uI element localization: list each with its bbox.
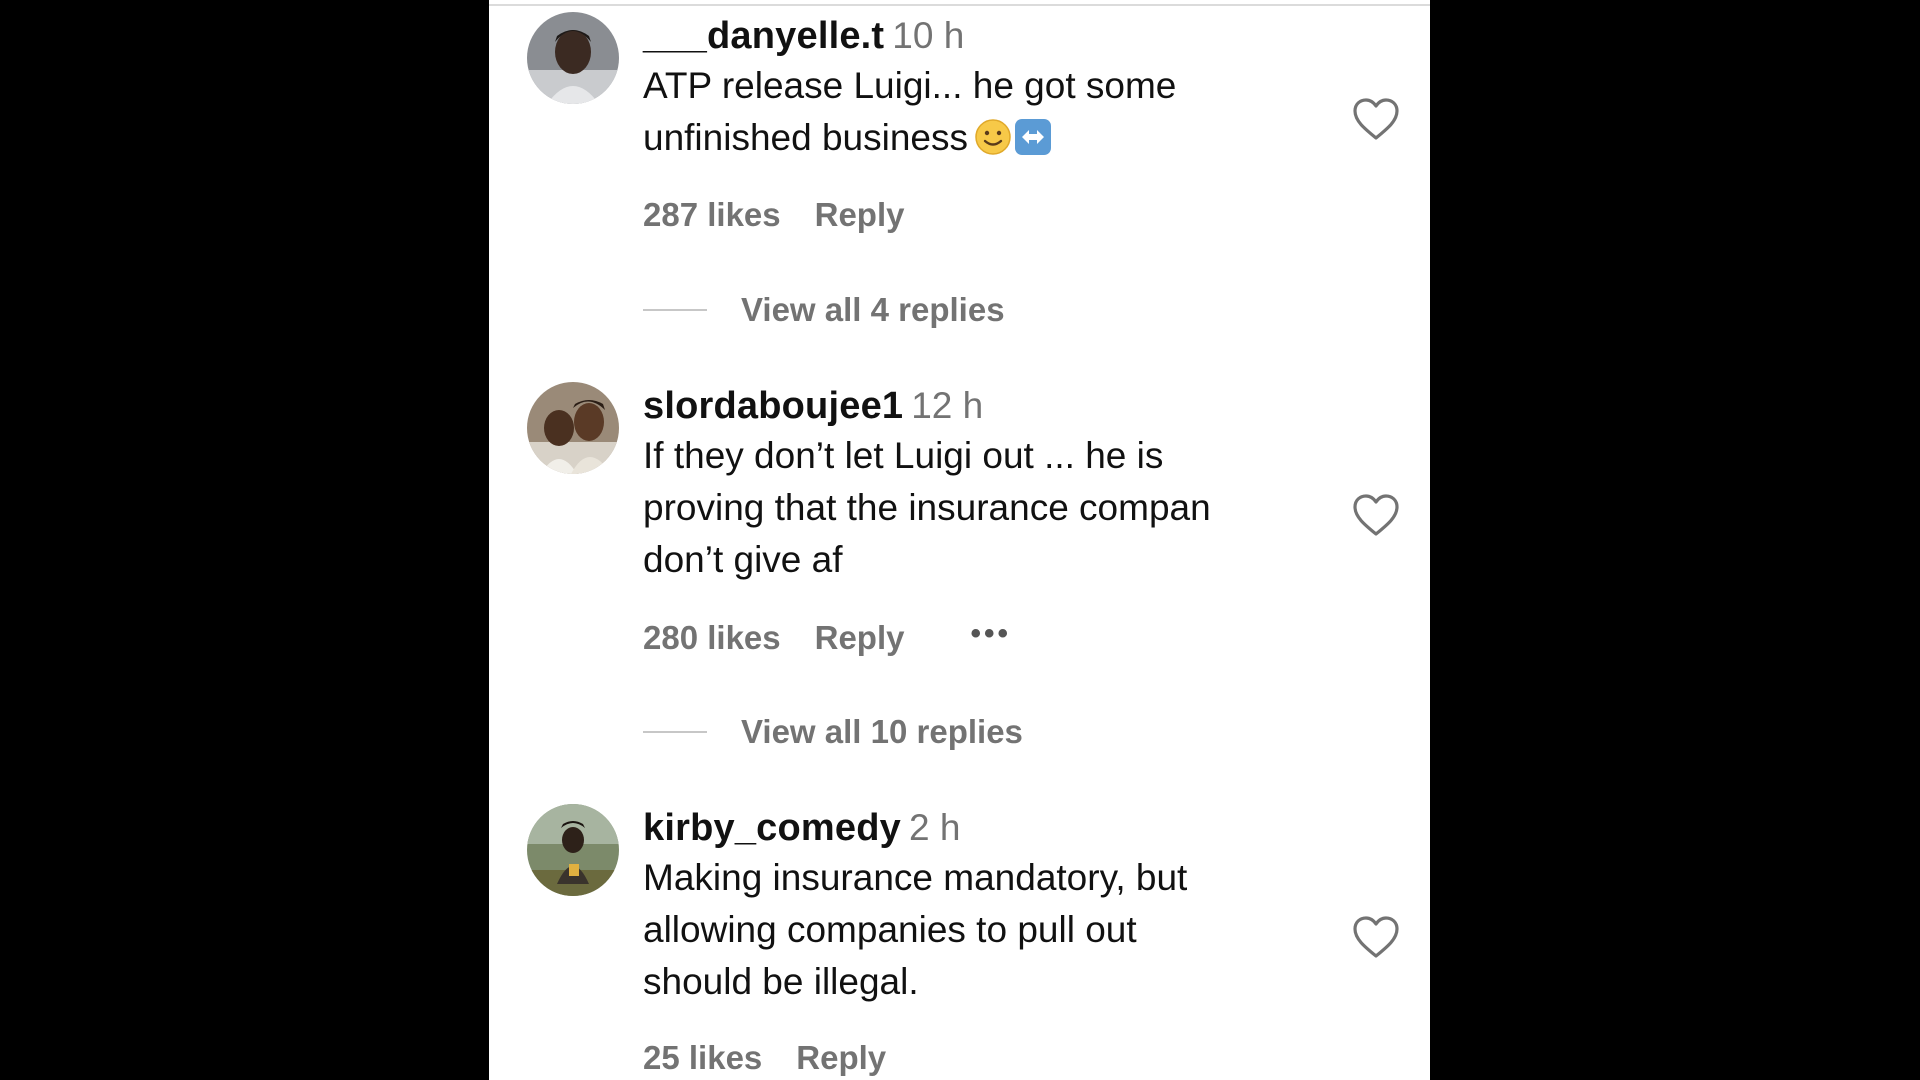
comment-username[interactable]: kirby_comedy [643, 807, 901, 849]
more-options-icon[interactable]: ••• [971, 616, 1012, 652]
comment-timestamp: 12 h [911, 385, 984, 426]
avatar[interactable] [527, 12, 619, 104]
avatar[interactable] [527, 804, 619, 896]
view-replies-label: View all 10 replies [741, 713, 1023, 750]
comments-panel: ___danyelle.t 10 h ATP release Luigi... h… [489, 0, 1430, 1080]
heart-outline-icon[interactable] [1351, 96, 1401, 142]
slightly-smiling-face-icon [975, 119, 1011, 155]
comment-timestamp: 10 h [892, 15, 965, 56]
comment-text: Making insurance mandatory, but allowing… [643, 857, 1188, 1002]
reply-button[interactable]: Reply [796, 1039, 886, 1076]
like-count[interactable]: 280 likes [643, 619, 781, 656]
view-replies-label: View all 4 replies [741, 291, 1005, 328]
reply-button[interactable]: Reply [815, 196, 905, 233]
comment-text-content: ATP release Luigi... he got some unfinis… [643, 65, 1177, 158]
avatar[interactable] [527, 382, 619, 474]
like-count[interactable]: 287 likes [643, 196, 781, 233]
divider [643, 731, 707, 733]
comment-username[interactable]: slordaboujee1 [643, 385, 903, 427]
heart-outline-icon[interactable] [1351, 492, 1401, 538]
comment-timestamp: 2 h [908, 807, 961, 848]
left-right-arrow-icon [1015, 119, 1051, 155]
divider [489, 4, 1430, 6]
comment-text: If they don’t let Luigi out ... he is pr… [643, 435, 1211, 580]
like-count[interactable]: 25 likes [643, 1039, 762, 1076]
comment-username[interactable]: ___danyelle.t [643, 15, 884, 57]
divider [643, 309, 707, 311]
view-replies-button[interactable]: View all 4 replies [643, 288, 1005, 332]
heart-outline-icon[interactable] [1351, 914, 1401, 960]
comment-text: ATP release Luigi... he got some unfinis… [643, 60, 1303, 164]
reply-button[interactable]: Reply [815, 619, 905, 656]
view-replies-button[interactable]: View all 10 replies [643, 710, 1023, 754]
